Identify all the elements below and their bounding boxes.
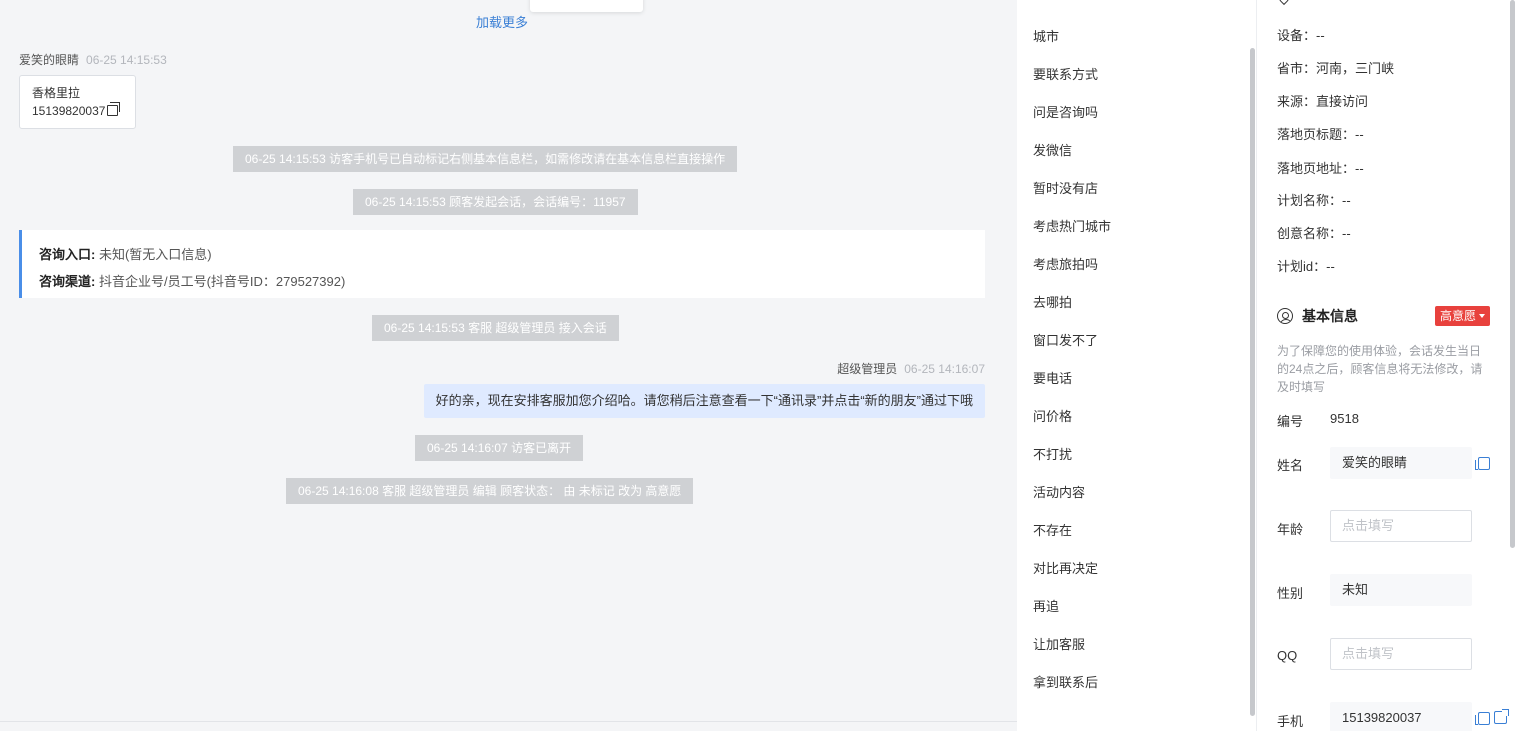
system-message: 06-25 14:16:07 访客已离开 xyxy=(415,435,584,461)
entry-label: 咨询入口: xyxy=(39,247,96,262)
gender-field[interactable]: 未知 xyxy=(1330,574,1472,606)
plan-id-row: 计划id：-- xyxy=(1277,259,1335,274)
channel-label: 咨询渠道: xyxy=(39,274,96,289)
age-input[interactable] xyxy=(1342,518,1460,533)
name-label: 姓名 xyxy=(1277,458,1304,473)
quick-reply-item[interactable]: 不存在 xyxy=(1033,520,1072,539)
name-field[interactable]: 爱笑的眼睛 xyxy=(1330,447,1472,479)
id-label: 编号 xyxy=(1277,414,1304,429)
entry-info-box: 咨询入口: 未知(暂无入口信息) 咨询渠道: 抖音企业号/员工号(抖音号ID：2… xyxy=(19,230,985,298)
customer-info-panel: 设备：-- 省市：河南，三门峡 来源：直接访问 落地页标题：-- 落地页地址：-… xyxy=(1257,0,1518,731)
copy-icon[interactable] xyxy=(1475,457,1490,470)
device-row: 设备：-- xyxy=(1277,28,1325,43)
quick-reply-item[interactable]: 不打扰 xyxy=(1033,444,1072,463)
agent-message-bubble: 好的亲，现在安排客服加您介绍哈。请您稍后注意查看一下“通讯录”并点击“新的朋友”… xyxy=(423,384,985,418)
chat-area: 加载更多 爱笑的眼睛 06-25 14:15:53 香格里拉 1513982003… xyxy=(0,0,1017,731)
phone-field[interactable]: 15139820037 xyxy=(1330,702,1472,731)
card-line1: 香格里拉 xyxy=(32,86,81,100)
channel-value: 抖音企业号/员工号(抖音号ID：279527392) xyxy=(98,274,346,289)
age-label: 年龄 xyxy=(1277,522,1304,537)
quick-reply-item[interactable]: 活动内容 xyxy=(1033,482,1085,501)
intent-badge[interactable]: 高意愿 xyxy=(1434,306,1490,326)
visitor-name: 爱笑的眼睛 xyxy=(19,53,80,67)
info-scrollbar[interactable] xyxy=(1510,0,1515,548)
copy-icon[interactable] xyxy=(1475,712,1490,725)
caret-down-icon xyxy=(1479,314,1485,318)
copy-icon[interactable] xyxy=(107,102,120,116)
system-message: 06-25 14:15:53 客服 超级管理员 接入会话 xyxy=(372,315,619,341)
phone-value: 15139820037 xyxy=(1342,710,1422,725)
quick-reply-item[interactable]: 拿到联系后 xyxy=(1033,672,1098,691)
landing-url-row: 落地页地址：-- xyxy=(1277,161,1364,176)
card-line2: 15139820037 xyxy=(32,104,106,118)
qq-label: QQ xyxy=(1277,648,1298,663)
quick-reply-item[interactable]: 对比再决定 xyxy=(1033,558,1098,577)
external-link-icon[interactable] xyxy=(1494,709,1509,724)
quick-reply-item[interactable]: 发微信 xyxy=(1033,140,1072,159)
gender-value: 未知 xyxy=(1342,582,1369,597)
qq-input[interactable] xyxy=(1342,646,1460,661)
agent-name: 超级管理员 xyxy=(837,362,898,376)
quick-reply-item[interactable]: 问是咨询吗 xyxy=(1033,102,1098,121)
contact-card: 香格里拉 15139820037 xyxy=(19,75,136,129)
quick-reply-item[interactable]: 再追 xyxy=(1033,596,1059,615)
basic-info-title: 基本信息 xyxy=(1302,308,1358,324)
quick-reply-item[interactable]: 要联系方式 xyxy=(1033,64,1098,83)
quick-reply-item[interactable]: 考虑热门城市 xyxy=(1033,216,1111,235)
agent-time: 06-25 14:16:07 xyxy=(904,362,985,376)
system-message: 06-25 14:16:08 客服 超级管理员 编辑 顾客状态： 由 未标记 改… xyxy=(286,478,694,504)
popup-stub xyxy=(530,0,643,12)
quick-reply-item[interactable]: 窗口发不了 xyxy=(1033,330,1098,349)
quick-reply-item[interactable]: 去哪拍 xyxy=(1033,292,1072,311)
intent-badge-label: 高意愿 xyxy=(1439,309,1476,323)
quick-reply-list: 城市 要联系方式 问是咨询吗 发微信 暂时没有店 考虑热门城市 考虑旅拍吗 去哪… xyxy=(1017,0,1257,731)
creative-name-row: 创意名称：-- xyxy=(1277,226,1351,241)
location-icon xyxy=(1276,0,1292,6)
system-message: 06-25 14:15:53 顾客发起会话，会话编号：11957 xyxy=(353,189,638,215)
chat-bottom-divider xyxy=(0,721,1017,722)
quick-reply-item[interactable]: 问价格 xyxy=(1033,406,1072,425)
user-icon xyxy=(1277,308,1293,324)
quick-reply-scrollbar[interactable] xyxy=(1250,48,1255,716)
name-value: 爱笑的眼睛 xyxy=(1342,455,1408,470)
load-more-link[interactable]: 加载更多 xyxy=(0,12,1004,31)
landing-title-row: 落地页标题：-- xyxy=(1277,127,1364,142)
source-row: 来源：直接访问 xyxy=(1277,94,1369,109)
visitor-meta: 爱笑的眼睛 06-25 14:15:53 xyxy=(19,51,167,68)
plan-name-row: 计划名称：-- xyxy=(1277,193,1351,208)
gender-label: 性别 xyxy=(1277,586,1304,601)
quick-reply-item[interactable]: 考虑旅拍吗 xyxy=(1033,254,1098,273)
entry-value: 未知(暂无入口信息) xyxy=(98,247,212,262)
province-row: 省市：河南，三门峡 xyxy=(1277,61,1395,76)
phone-label: 手机 xyxy=(1277,714,1304,729)
basic-info-header: 基本信息 高意愿 xyxy=(1277,305,1490,327)
quick-reply-item[interactable]: 城市 xyxy=(1033,26,1059,45)
visitor-time: 06-25 14:15:53 xyxy=(86,53,167,67)
edit-notice: 为了保障您的使用体验，会话发生当日的24点之后，顾客信息将无法修改，请及时填写 xyxy=(1277,344,1483,394)
agent-meta: 超级管理员 06-25 14:16:07 xyxy=(837,360,985,377)
qq-field[interactable] xyxy=(1330,638,1472,670)
age-field[interactable] xyxy=(1330,510,1472,542)
id-value: 9518 xyxy=(1330,411,1359,426)
system-message: 06-25 14:15:53 访客手机号已自动标记右侧基本信息栏，如需修改请在基… xyxy=(233,146,738,172)
quick-reply-item[interactable]: 让加客服 xyxy=(1033,634,1085,653)
quick-reply-item[interactable]: 暂时没有店 xyxy=(1033,178,1098,197)
quick-reply-item[interactable]: 要电话 xyxy=(1033,368,1072,387)
